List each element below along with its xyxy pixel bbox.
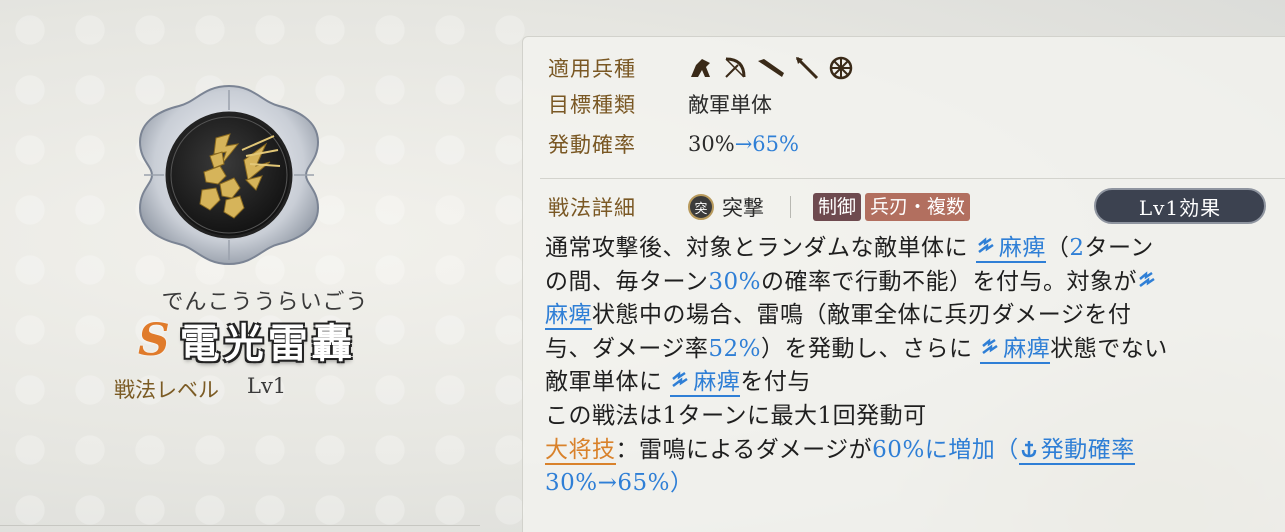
- target-type-row: 目標種類 敵軍単体: [548, 88, 772, 120]
- status-label: 麻痺: [1003, 335, 1051, 362]
- gun-icon: [758, 59, 784, 77]
- target-type-label: 目標種類: [548, 93, 636, 117]
- tag-weapon-multi: 兵刃・複数: [865, 193, 971, 221]
- status-label: 麻痺: [998, 235, 1046, 261]
- tactic-name-row: S 電光雷轟: [138, 312, 356, 368]
- status-paralysis[interactable]: 麻痺: [670, 369, 741, 398]
- tactic-emblem: [134, 80, 324, 270]
- description-text: に増加（: [924, 436, 1019, 463]
- tactic-detail-row: 戦法詳細 突 突撃 制御 兵刃・複数: [548, 190, 974, 224]
- description-text: ：雷鳴によるダメージが: [615, 436, 873, 463]
- status-paralysis[interactable]: 麻痺: [975, 235, 1046, 263]
- cavalry-icon: [691, 59, 710, 77]
- description-line: 敵軍単体に 麻痺を付与: [545, 366, 1265, 400]
- level-effect-button[interactable]: Lv1効果: [1094, 188, 1266, 224]
- description-text: 敵軍単体に: [545, 369, 663, 396]
- description-line: この戦法は1ターンに最大1回発動可: [545, 402, 927, 429]
- description-text: の間、毎ターン: [545, 268, 709, 295]
- activation-rate-label: 発動確率: [548, 133, 636, 157]
- description-line: 通常攻撃後、対象とランダムな敵単体に 麻痺（2ターン: [545, 232, 1265, 266]
- level-value: Lv1: [247, 374, 287, 398]
- description-text: 状態でない: [1050, 335, 1168, 362]
- description-text: （: [1045, 235, 1070, 261]
- description-line: 与、ダメージ率52%）を発動し、さらに 麻痺状態でない: [545, 333, 1265, 367]
- status-label: 麻痺: [693, 369, 741, 396]
- troop-type-label: 適用兵種: [548, 57, 636, 81]
- status-paralysis[interactable]: 麻痺: [980, 335, 1051, 364]
- description-text: ）を発動し、さらに: [760, 335, 973, 362]
- assault-type-icon: 突: [688, 194, 714, 220]
- tag-control: 制御: [813, 193, 862, 221]
- highlight-number: 60%: [872, 436, 925, 463]
- description-text: を付与: [740, 369, 811, 396]
- level-label: 戦法レベル: [114, 378, 219, 402]
- description-line: 30%→65%）: [545, 470, 694, 497]
- general-skill-label[interactable]: 大将技: [545, 436, 616, 465]
- activation-rate-link[interactable]: 発動確率: [1018, 436, 1135, 465]
- highlight-number: 2: [1069, 235, 1085, 261]
- wheel-icon: [829, 56, 853, 80]
- highlight-number: 52%: [708, 335, 761, 362]
- target-type-value: 敵軍単体: [688, 93, 772, 117]
- grade-badge: S: [138, 314, 170, 366]
- divider: [0, 525, 480, 526]
- rate-from: 30%: [688, 132, 735, 156]
- activation-rate-row: 発動確率 30% → 65%: [548, 128, 799, 160]
- lightning-strike-emblem-icon: [138, 84, 320, 266]
- highlight-number: 30%: [708, 268, 761, 295]
- troop-type-row: 適用兵種: [548, 52, 854, 84]
- section-divider: [540, 178, 1285, 179]
- description-text: の確率で行動不能）を付与。対象が: [760, 268, 1137, 295]
- rate-arrow: →: [734, 132, 753, 156]
- tactic-detail-label: 戦法詳細: [548, 196, 636, 220]
- divider: [790, 196, 791, 218]
- bow-icon: [725, 57, 746, 78]
- description-text: 通常攻撃後、対象とランダムな敵単体に: [545, 235, 968, 261]
- description-text: 状態中の場合、雷鳴（敵軍全体に兵刃ダメージを付: [592, 302, 1132, 329]
- description-line: 麻痺状態中の場合、雷鳴（敵軍全体に兵刃ダメージを付: [545, 299, 1265, 333]
- paralysis-icon: [982, 338, 998, 354]
- description-text: ターン: [1084, 235, 1154, 261]
- description-text: 与、ダメージ率: [545, 335, 709, 362]
- status-label: 発動確率: [1040, 436, 1135, 463]
- tactic-name: 電光雷轟: [179, 320, 356, 367]
- description-line: 大将技：雷鳴によるダメージが60%に増加（ 発動確率: [545, 434, 1265, 468]
- tactic-type: 突撃: [722, 196, 764, 220]
- description-line: の間、毎ターン30%の確率で行動不能）を付与。対象が: [545, 266, 1265, 300]
- tactic-level: 戦法レベル Lv1: [114, 374, 286, 404]
- paralysis-icon: [978, 237, 994, 253]
- rate-to: 65%: [752, 132, 799, 156]
- anchor-icon: [1021, 440, 1037, 457]
- paralysis-icon: [672, 371, 689, 388]
- spear-icon: [795, 56, 819, 80]
- troop-type-icons: [688, 55, 854, 81]
- status-paralysis[interactable]: 麻痺: [545, 302, 592, 331]
- tactic-description: 通常攻撃後、対象とランダムな敵単体に 麻痺（2ターン の間、毎ターン30%の確率…: [545, 232, 1265, 501]
- paralysis-icon: [1139, 270, 1155, 287]
